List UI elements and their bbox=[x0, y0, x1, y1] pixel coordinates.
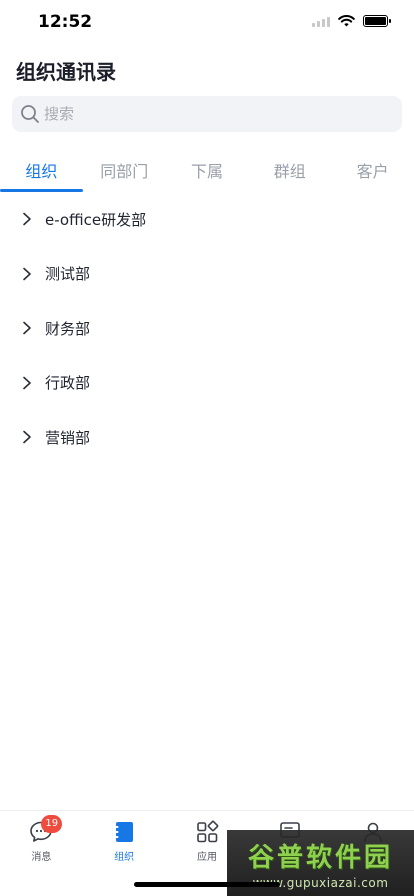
unread-badge: 19 bbox=[41, 815, 63, 833]
department-item[interactable]: 财务部 bbox=[0, 301, 414, 356]
watermark-title: 谷普软件园 bbox=[247, 842, 393, 873]
department-item[interactable]: 行政部 bbox=[0, 356, 414, 411]
tabbar-label: 组织 bbox=[114, 852, 135, 863]
department-label: 营销部 bbox=[45, 428, 91, 447]
tab-groups[interactable]: 群组 bbox=[248, 150, 331, 192]
wifi-icon bbox=[338, 15, 355, 27]
status-icons bbox=[312, 15, 391, 27]
department-item[interactable]: 测试部 bbox=[0, 247, 414, 302]
department-label: 行政部 bbox=[45, 374, 91, 393]
status-bar: 12:52 bbox=[0, 0, 414, 46]
tab-same-department[interactable]: 同部门 bbox=[83, 150, 166, 192]
department-tree: e-office研发部 测试部 财务部 行政部 营销部 bbox=[0, 192, 414, 465]
tabbar-label: 消息 bbox=[31, 852, 52, 863]
chevron-right-icon bbox=[23, 321, 31, 335]
apps-grid-icon bbox=[197, 820, 219, 843]
home-indicator bbox=[134, 882, 280, 887]
tab-organization[interactable]: 组织 bbox=[0, 150, 83, 192]
department-label: 测试部 bbox=[45, 265, 91, 284]
tab-subordinates[interactable]: 下属 bbox=[166, 150, 249, 192]
department-label: e-office研发部 bbox=[45, 210, 147, 229]
status-time: 12:52 bbox=[38, 12, 93, 32]
page-title: 组织通讯录 bbox=[16, 60, 116, 84]
department-item[interactable]: 营销部 bbox=[0, 410, 414, 465]
department-item[interactable]: e-office研发部 bbox=[0, 192, 414, 247]
chevron-right-icon bbox=[23, 212, 31, 226]
search-icon bbox=[21, 105, 39, 123]
tabbar-item-messages[interactable]: 19 消息 bbox=[0, 811, 83, 896]
chevron-right-icon bbox=[23, 267, 31, 281]
chevron-right-icon bbox=[23, 430, 31, 444]
contact-tabs: 组织 同部门 下属 群组 客户 bbox=[0, 150, 414, 192]
search-input[interactable] bbox=[44, 105, 374, 123]
tabbar-label: 应用 bbox=[196, 852, 217, 863]
search-box[interactable] bbox=[12, 96, 402, 132]
address-book-icon bbox=[114, 822, 134, 842]
tab-customers[interactable]: 客户 bbox=[331, 150, 414, 192]
cellular-signal-icon bbox=[312, 15, 330, 27]
department-label: 财务部 bbox=[45, 319, 91, 338]
battery-icon bbox=[363, 15, 391, 27]
chevron-right-icon bbox=[23, 376, 31, 390]
